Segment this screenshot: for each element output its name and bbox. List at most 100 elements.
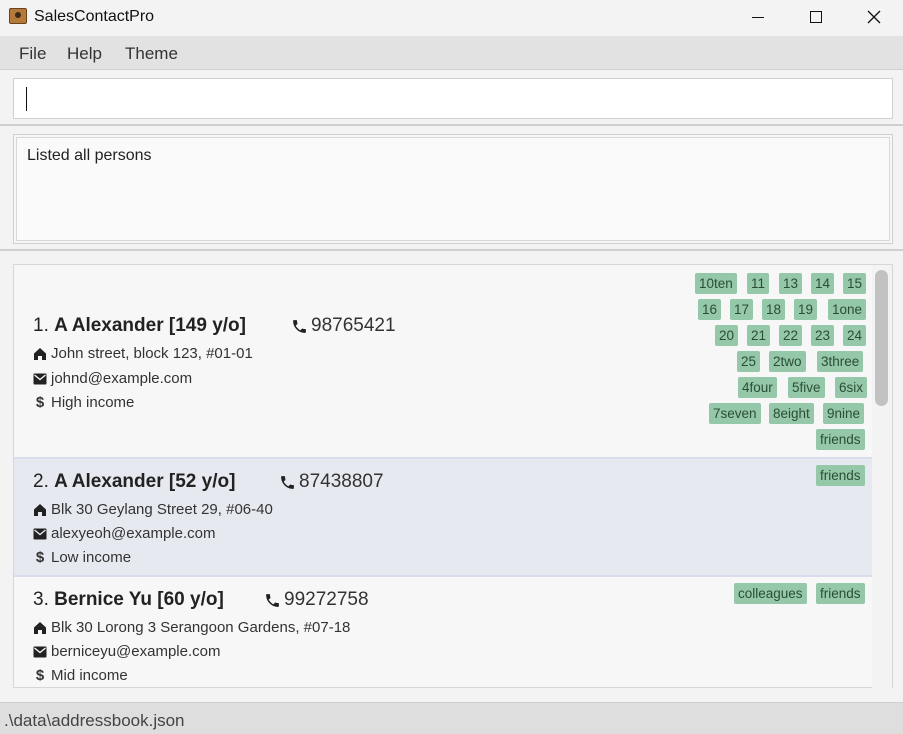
tag: 4four (738, 377, 777, 398)
divider (0, 249, 903, 251)
tag: 2two (769, 351, 806, 372)
person-card[interactable]: 2. A Alexander [52 y/o] 87438807 Blk 30 … (14, 459, 873, 577)
tag: 18 (762, 299, 786, 320)
phone-number: 87438807 (299, 471, 384, 492)
income-text: Mid income (51, 667, 128, 684)
mail-icon (33, 528, 47, 539)
text-caret (26, 87, 27, 111)
person-name-text: A Alexander [52 y/o] (54, 471, 236, 492)
phone-icon (281, 475, 294, 489)
person-email: berniceyu@example.com (33, 643, 220, 660)
tag: 25 (737, 351, 761, 372)
person-income: $ Low income (33, 549, 131, 566)
dollar-icon: $ (35, 549, 45, 566)
maximize-icon (810, 11, 822, 23)
tag: 9nine (823, 403, 865, 424)
tag: 5five (788, 377, 825, 398)
tag: 19 (794, 299, 818, 320)
tag: 6six (835, 377, 868, 398)
scrollbar-thumb[interactable] (875, 270, 888, 406)
person-name: 3. Bernice Yu [60 y/o] (33, 589, 224, 611)
menu-theme[interactable]: Theme (125, 44, 178, 64)
person-phone: 99272758 (264, 589, 369, 611)
tag: friends (816, 583, 865, 604)
tag: 22 (779, 325, 803, 346)
window-title: SalesContactPro (34, 8, 155, 25)
tag: 13 (779, 273, 803, 294)
person-address: Blk 30 Geylang Street 29, #06-40 (33, 501, 273, 518)
person-card[interactable]: 1. A Alexander [149 y/o] 98765421 John s… (14, 265, 873, 459)
divider (0, 124, 903, 126)
person-card[interactable]: 3. Bernice Yu [60 y/o] 99272758 Blk 30 L… (14, 577, 873, 687)
tag: 21 (747, 325, 771, 346)
tag: 7seven (709, 403, 761, 424)
title-bar: SalesContactPro (0, 0, 903, 34)
tag: friends (816, 465, 865, 486)
menu-file[interactable]: File (19, 44, 46, 64)
person-name: 1. A Alexander [149 y/o] (33, 315, 246, 337)
address-text: Blk 30 Lorong 3 Serangoon Gardens, #07-1… (51, 619, 351, 636)
tag: friends (816, 429, 865, 450)
phone-number: 98765421 (311, 315, 396, 336)
result-text[interactable]: Listed all persons (16, 137, 890, 241)
email-text: johnd@example.com (51, 370, 193, 387)
person-list[interactable]: 1. A Alexander [149 y/o] 98765421 John s… (13, 264, 893, 688)
tag: 3three (817, 351, 864, 372)
tag: 10ten (695, 273, 737, 294)
tag: 11 (747, 273, 770, 294)
home-icon (34, 621, 46, 634)
person-phone: 87438807 (279, 471, 384, 493)
phone-number: 99272758 (284, 589, 369, 610)
email-text: berniceyu@example.com (51, 643, 221, 660)
address-text: John street, block 123, #01-01 (51, 345, 253, 362)
person-income: $ High income (33, 394, 135, 411)
tag: 16 (698, 299, 722, 320)
person-phone: 98765421 (291, 315, 396, 337)
person-income: $ Mid income (33, 667, 128, 684)
person-name: 2. A Alexander [52 y/o] (33, 471, 235, 493)
command-box (13, 78, 893, 119)
person-name-text: Bernice Yu [60 y/o] (54, 589, 224, 610)
maximize-button[interactable] (787, 0, 845, 34)
income-text: High income (51, 394, 135, 411)
tag: 20 (715, 325, 739, 346)
dollar-icon: $ (35, 667, 45, 684)
minimize-button[interactable] (729, 0, 787, 34)
person-email: johnd@example.com (33, 370, 192, 387)
app-book-icon (9, 8, 27, 24)
person-index: 1. (33, 315, 49, 336)
address-text: Blk 30 Geylang Street 29, #06-40 (51, 501, 273, 518)
tag: 1one (828, 299, 867, 320)
tag: 8eight (769, 403, 814, 424)
dollar-icon: $ (35, 394, 45, 411)
status-bar: .\data\addressbook.json (0, 702, 903, 734)
person-address: John street, block 123, #01-01 (33, 345, 253, 362)
minimize-icon (752, 16, 764, 18)
home-icon (34, 347, 46, 360)
person-email: alexyeoh@example.com (33, 525, 215, 542)
save-location: .\data\addressbook.json (4, 711, 185, 730)
phone-icon (293, 319, 306, 333)
menu-help[interactable]: Help (67, 44, 102, 64)
tag: 24 (843, 325, 867, 346)
tag: 15 (843, 273, 867, 294)
command-input[interactable] (14, 79, 892, 118)
menu-bar: File Help Theme (0, 36, 903, 70)
person-index: 2. (33, 471, 49, 492)
mail-icon (33, 373, 47, 384)
person-name-text: A Alexander [149 y/o] (54, 315, 246, 336)
home-icon (34, 503, 46, 516)
tag: 14 (811, 273, 835, 294)
person-address: Blk 30 Lorong 3 Serangoon Gardens, #07-1… (33, 619, 350, 636)
tag: 17 (730, 299, 754, 320)
email-text: alexyeoh@example.com (51, 525, 216, 542)
close-button[interactable] (845, 0, 903, 34)
person-index: 3. (33, 589, 49, 610)
close-icon (867, 10, 881, 24)
result-display: Listed all persons (13, 134, 893, 244)
tag: 23 (811, 325, 835, 346)
phone-icon (266, 593, 279, 607)
mail-icon (33, 646, 47, 657)
income-text: Low income (51, 549, 132, 566)
tag: colleagues (734, 583, 807, 604)
